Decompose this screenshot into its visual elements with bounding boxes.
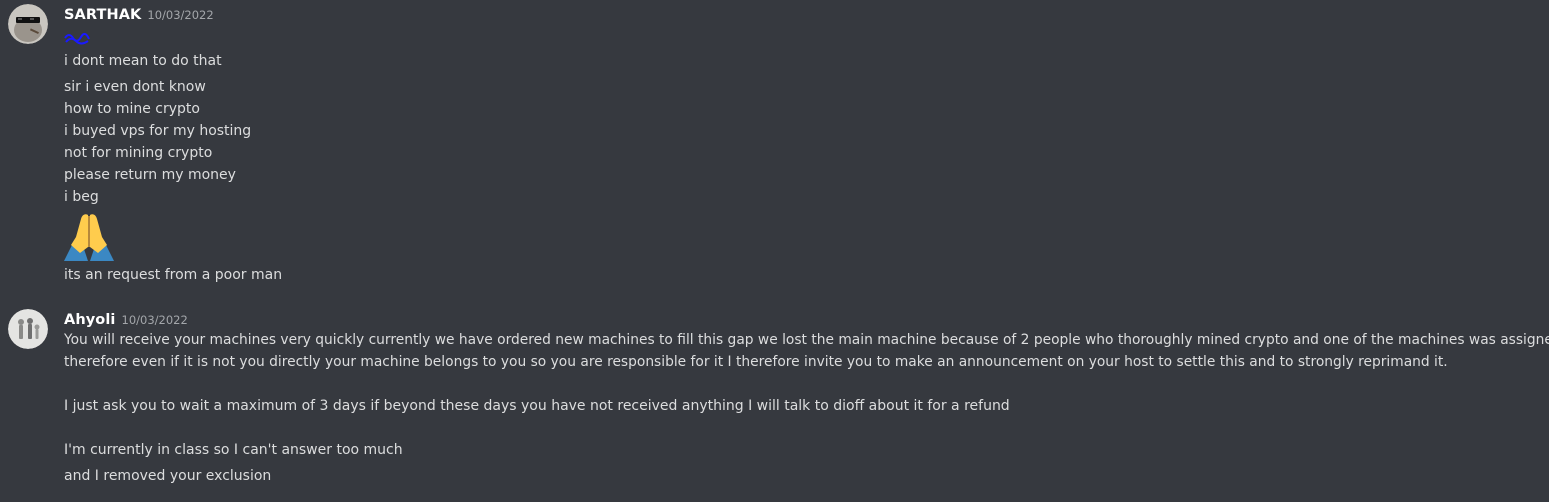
message-text: not for mining crypto: [64, 145, 213, 161]
message-text: and I removed your exclusion: [64, 468, 272, 484]
message-header: Ahyoli 10/03/2022: [64, 309, 188, 329]
username[interactable]: SARTHAK: [64, 7, 141, 23]
message-list: SARTHAK 10/03/2022 i dont mean to do that…: [0, 0, 1549, 502]
message-text: therefore even if it is not you directly…: [64, 354, 1448, 370]
username[interactable]: Ahyoli: [64, 312, 116, 328]
user-avatar[interactable]: [8, 4, 48, 44]
message-text: I'm currently in class so I can't answer…: [64, 442, 403, 458]
sunglasses-avatar-icon: [8, 4, 48, 44]
message-text: sir i even dont know: [64, 79, 206, 95]
message-header: SARTHAK 10/03/2022: [64, 4, 214, 24]
message-text: i buyed vps for my hosting: [64, 123, 252, 139]
timestamp: 10/03/2022: [121, 313, 188, 327]
message-text: its an request from a poor man: [64, 267, 283, 283]
message-text: i beg: [64, 189, 99, 205]
message-text: please return my money: [64, 167, 236, 183]
message-text: I just ask you to wait a maximum of 3 da…: [64, 398, 1010, 414]
timestamp: 10/03/2022: [147, 8, 214, 22]
folded-hands-emoji: [64, 214, 114, 261]
message-text: i dont mean to do that: [64, 53, 222, 69]
figures-avatar-icon: [8, 309, 48, 349]
scribble-icon: [64, 33, 90, 45]
message-text: You will receive your machines very quic…: [64, 332, 1549, 348]
user-avatar[interactable]: [8, 309, 48, 349]
message-text: how to mine crypto: [64, 101, 200, 117]
